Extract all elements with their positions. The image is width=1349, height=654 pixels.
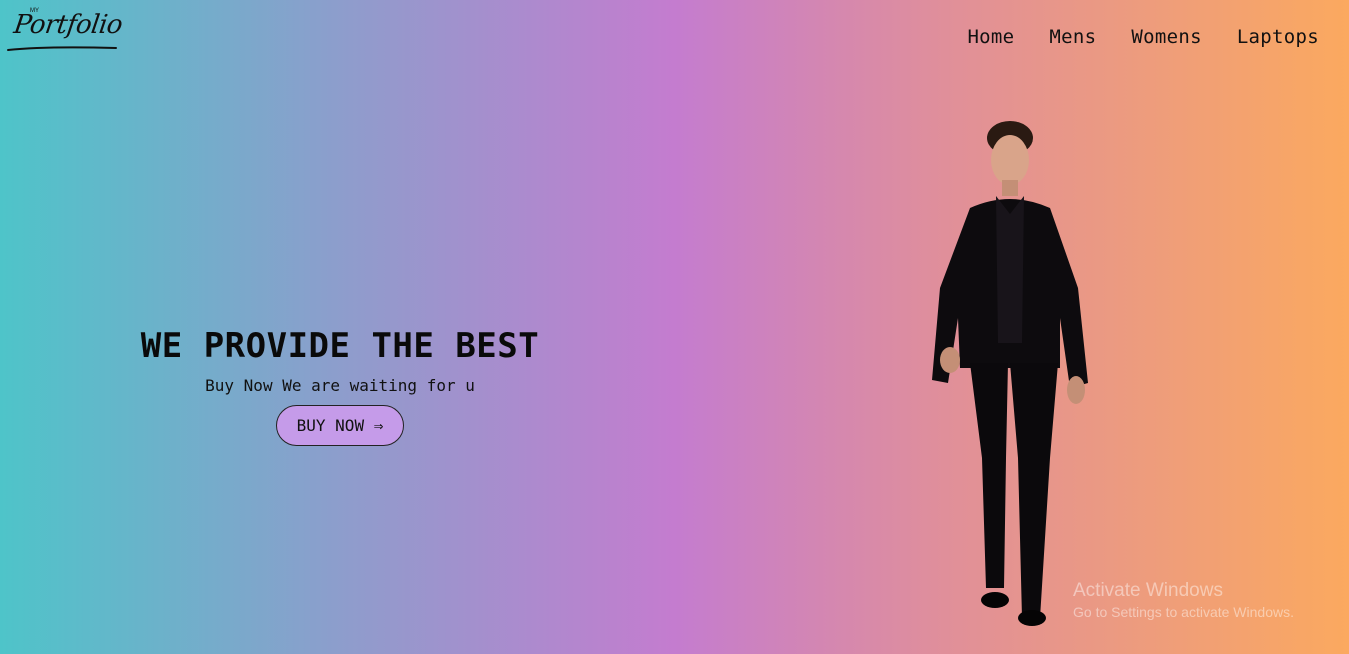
nav-item-mens[interactable]: Mens [1049, 26, 1096, 48]
hero-subtitle: Buy Now We are waiting for u [205, 376, 475, 395]
model-image [932, 121, 1088, 626]
hero-title: WE PROVIDE THE BEST [140, 326, 540, 366]
watermark-title: Activate Windows [1073, 580, 1223, 601]
activate-windows-watermark: Activate Windows Go to Settings to activ… [1073, 580, 1294, 620]
buy-now-button[interactable]: BUY NOW ⇒ [275, 405, 405, 446]
nav-item-home[interactable]: Home [967, 26, 1014, 48]
logo-brush-underline [7, 46, 117, 51]
nav-item-laptops[interactable]: Laptops [1237, 26, 1319, 48]
main-nav: Home Mens Womens Laptops [967, 26, 1319, 48]
nav-item-womens[interactable]: Womens [1131, 26, 1201, 48]
logo-text: Portfolio [11, 10, 125, 40]
watermark-subtitle: Go to Settings to activate Windows. [1073, 604, 1294, 620]
hero-section: WE PROVIDE THE BEST Buy Now We are waiti… [140, 326, 540, 446]
site-logo[interactable]: MY Portfolio [6, 8, 124, 56]
